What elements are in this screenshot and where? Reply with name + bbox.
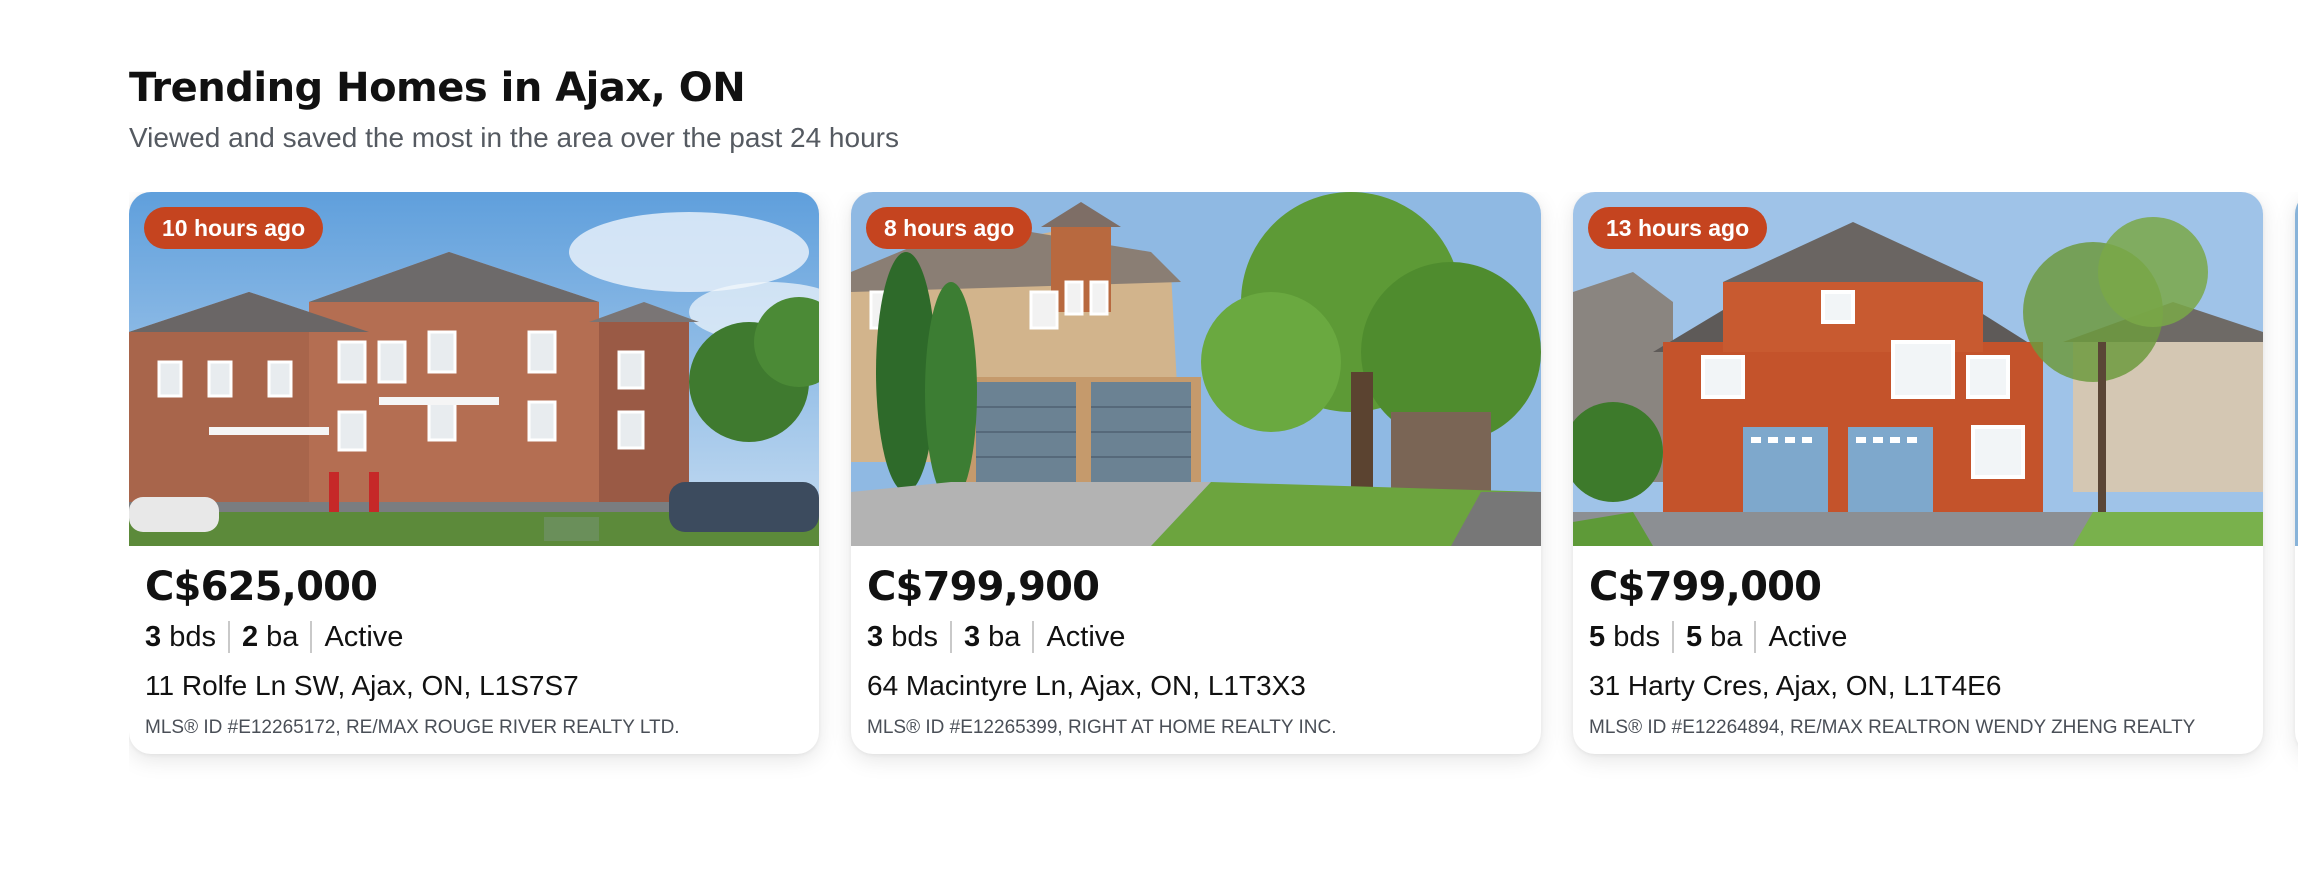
listing-price: C$799,900: [867, 564, 1100, 610]
listing-mls: MLS® ID #E12265399, RIGHT AT HOME REALTY…: [867, 717, 1337, 738]
listing-facts: 5 bds 5 ba Active: [1589, 616, 2247, 658]
listing-price: C$799,000: [1589, 564, 1822, 610]
listing-photo[interactable]: 8 hours ago: [851, 192, 1541, 546]
baths-label: ba: [988, 621, 1021, 653]
divider: [1754, 621, 1757, 653]
baths-label: ba: [1710, 621, 1743, 653]
listed-time-badge: 10 hours ago: [144, 207, 324, 249]
listings-carousel[interactable]: 10 hours ago C$625,000 3 bds 2 ba Active…: [129, 192, 2298, 792]
listing-price: C$625,000: [145, 564, 378, 610]
listing-photo[interactable]: 10 hours ago: [129, 192, 819, 546]
section-title: Trending Homes in Ajax, ON: [129, 65, 746, 111]
listing-card[interactable]: 13 hours ago C$799,000 5 bds 5 ba Active…: [1573, 192, 2263, 754]
listing-card[interactable]: 8 hours ago C$799,900 3 bds 3 ba Active …: [851, 192, 1541, 754]
listing-status: Active: [1046, 621, 1126, 653]
listing-mls: MLS® ID #E12264894, RE/MAX REALTRON WEND…: [1589, 717, 2196, 738]
baths-count: 3: [963, 621, 981, 653]
listed-time-badge: 8 hours ago: [866, 207, 1033, 249]
baths-label: ba: [266, 621, 299, 653]
trending-section-header: Trending Homes in Ajax, ON Viewed and sa…: [129, 60, 2298, 158]
listing-address[interactable]: 11 Rolfe Ln SW, Ajax, ON, L1S7S7: [145, 666, 803, 706]
beds-count: 5: [1589, 621, 1606, 653]
listing-facts: 3 bds 2 ba Active: [145, 616, 803, 658]
divider: [949, 621, 952, 653]
listing-photo[interactable]: 13 hours ago: [1573, 192, 2263, 546]
beds-label: bds: [891, 621, 938, 653]
listing-address[interactable]: 31 Harty Cres, Ajax, ON, L1T4E6: [1589, 666, 2247, 706]
beds-label: bds: [169, 621, 216, 653]
listing-status: Active: [1768, 621, 1848, 653]
listing-card[interactable]: 10 hours ago C$625,000 3 bds 2 ba Active…: [129, 192, 819, 754]
baths-count: 5: [1685, 621, 1703, 653]
baths-count: 2: [241, 621, 259, 653]
beds-count: 3: [867, 621, 884, 653]
listing-mls: MLS® ID #E12265172, RE/MAX ROUGE RIVER R…: [145, 717, 680, 738]
divider: [227, 621, 230, 653]
listing-address[interactable]: 64 Macintyre Ln, Ajax, ON, L1T3X3: [867, 666, 1525, 706]
divider: [310, 621, 313, 653]
listed-time-badge: 13 hours ago: [1588, 207, 1768, 249]
section-subtitle: Viewed and saved the most in the area ov…: [129, 122, 899, 153]
listing-facts: 3 bds 3 ba Active: [867, 616, 1525, 658]
beds-count: 3: [145, 621, 162, 653]
beds-label: bds: [1613, 621, 1660, 653]
listing-status: Active: [324, 621, 404, 653]
divider: [1671, 621, 1674, 653]
divider: [1032, 621, 1035, 653]
